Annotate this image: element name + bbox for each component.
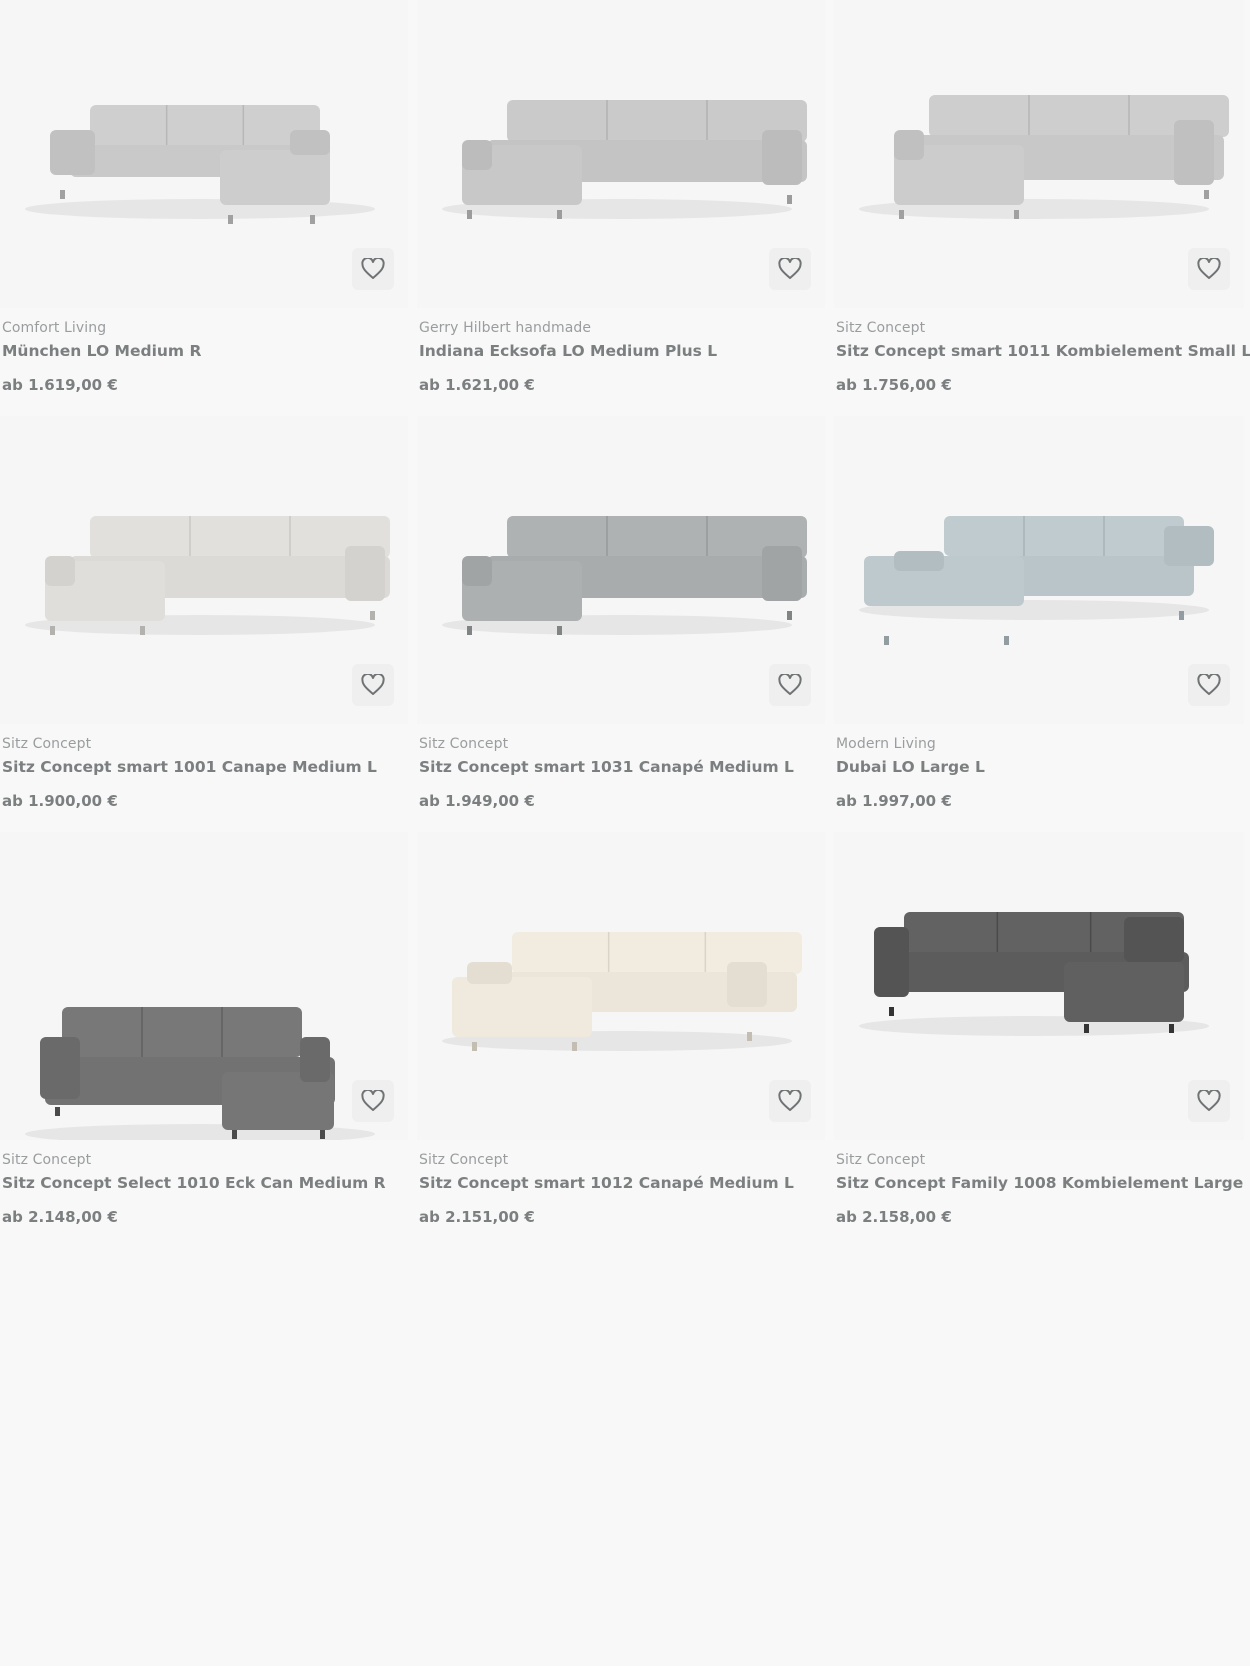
heart-icon [1197, 674, 1221, 695]
heart-icon [1197, 1090, 1221, 1111]
product-card[interactable]: Modern Living Dubai LO Large L ab 1.997,… [834, 416, 1244, 832]
heart-icon [361, 674, 385, 695]
product-image[interactable] [0, 832, 408, 1140]
sofa-image [25, 105, 375, 224]
product-grid: Comfort Living München LO Medium R ab 1.… [0, 0, 1250, 1248]
heart-icon [361, 258, 385, 279]
product-price: ab 2.158,00 € [836, 1208, 952, 1226]
sofa-image [442, 516, 807, 635]
product-card[interactable]: Sitz Concept Sitz Concept Family 1008 Ko… [834, 832, 1250, 1248]
heart-icon [1197, 258, 1221, 279]
favorite-button[interactable] [352, 248, 394, 290]
product-card[interactable]: Sitz Concept Sitz Concept smart 1011 Kom… [834, 0, 1250, 416]
product-image[interactable] [0, 416, 408, 724]
sofa-image [25, 1007, 375, 1140]
favorite-button[interactable] [352, 664, 394, 706]
sofa-image [859, 912, 1209, 1036]
sofa-image [442, 932, 802, 1051]
favorite-button[interactable] [769, 1080, 811, 1122]
product-image[interactable] [417, 832, 825, 1140]
product-price: ab 2.151,00 € [419, 1208, 535, 1226]
product-brand: Sitz Concept [419, 1152, 509, 1168]
favorite-button[interactable] [769, 248, 811, 290]
product-brand: Sitz Concept [836, 320, 926, 336]
product-price: ab 2.148,00 € [2, 1208, 118, 1226]
heart-icon [778, 258, 802, 279]
heart-icon [778, 1090, 802, 1111]
product-title[interactable]: Sitz Concept smart 1012 Canapé Medium L [419, 1172, 825, 1194]
product-brand: Sitz Concept [2, 736, 92, 752]
product-price: ab 1.997,00 € [836, 792, 952, 810]
product-card[interactable]: Sitz Concept Sitz Concept smart 1001 Can… [0, 416, 408, 832]
product-image[interactable] [834, 0, 1244, 308]
product-brand: Sitz Concept [836, 1152, 926, 1168]
product-title[interactable]: München LO Medium R [2, 340, 408, 362]
product-image[interactable] [417, 0, 825, 308]
product-card[interactable]: Comfort Living München LO Medium R ab 1.… [0, 0, 408, 416]
product-brand: Comfort Living [2, 320, 107, 336]
product-image[interactable] [834, 416, 1244, 724]
product-brand: Modern Living [836, 736, 936, 752]
sofa-image [25, 516, 390, 635]
product-title[interactable]: Sitz Concept Select 1010 Eck Can Medium … [2, 1172, 408, 1194]
product-card[interactable]: Sitz Concept Sitz Concept smart 1012 Can… [417, 832, 825, 1248]
product-brand: Gerry Hilbert handmade [419, 320, 592, 336]
favorite-button[interactable] [352, 1080, 394, 1122]
product-card[interactable]: Sitz Concept Sitz Concept Select 1010 Ec… [0, 832, 408, 1248]
product-title[interactable]: Sitz Concept smart 1001 Canape Medium L [2, 756, 408, 778]
heart-icon [361, 1090, 385, 1111]
product-title[interactable]: Sitz Concept smart 1011 Kombielement Sma… [836, 340, 1250, 362]
sofa-image [859, 516, 1214, 645]
product-image[interactable] [834, 832, 1244, 1140]
product-card[interactable]: Gerry Hilbert handmade Indiana Ecksofa L… [417, 0, 825, 416]
product-price: ab 1.900,00 € [2, 792, 118, 810]
product-price: ab 1.756,00 € [836, 376, 952, 394]
product-title[interactable]: Dubai LO Large L [836, 756, 1244, 778]
product-price: ab 1.619,00 € [2, 376, 118, 394]
product-image[interactable] [417, 416, 825, 724]
product-title[interactable]: Sitz Concept smart 1031 Canapé Medium L [419, 756, 825, 778]
product-title[interactable]: Sitz Concept Family 1008 Kombielement La… [836, 1172, 1250, 1194]
heart-icon [778, 674, 802, 695]
product-brand: Sitz Concept [419, 736, 509, 752]
favorite-button[interactable] [769, 664, 811, 706]
favorite-button[interactable] [1188, 248, 1230, 290]
sofa-image [859, 95, 1229, 219]
favorite-button[interactable] [1188, 664, 1230, 706]
product-price: ab 1.621,00 € [419, 376, 535, 394]
favorite-button[interactable] [1188, 1080, 1230, 1122]
product-price: ab 1.949,00 € [419, 792, 535, 810]
product-title[interactable]: Indiana Ecksofa LO Medium Plus L [419, 340, 825, 362]
product-image[interactable] [0, 0, 408, 308]
product-brand: Sitz Concept [2, 1152, 92, 1168]
product-card[interactable]: Sitz Concept Sitz Concept smart 1031 Can… [417, 416, 825, 832]
sofa-image [442, 100, 807, 219]
